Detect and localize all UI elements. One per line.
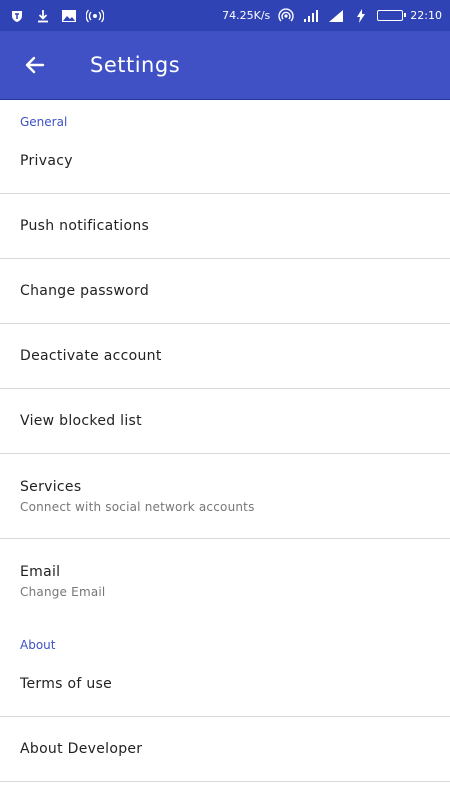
settings-item-label: Email	[20, 563, 61, 580]
signal-icon	[302, 7, 320, 25]
download-icon	[34, 7, 52, 25]
status-bar-left	[8, 7, 104, 25]
back-button[interactable]	[0, 31, 70, 100]
settings-item-push-notifications[interactable]: Push notifications	[0, 194, 450, 258]
settings-list: General Privacy Push notifications Chang…	[0, 100, 450, 782]
settings-item-label: Deactivate account	[20, 348, 162, 364]
status-bar-right: 74.25K/s 22:10	[222, 7, 442, 25]
settings-item-change-password[interactable]: Change password	[0, 259, 450, 323]
hotspot-icon	[277, 7, 295, 25]
radio-icon	[86, 7, 104, 25]
settings-item-label: View blocked list	[20, 413, 142, 429]
app-bar: Settings	[0, 31, 450, 100]
signal-icon	[327, 7, 345, 25]
settings-item-label: Change password	[20, 283, 150, 299]
charging-icon	[352, 7, 370, 25]
network-speed: 74.25K/s	[222, 9, 271, 22]
settings-item-label: About Developer	[20, 741, 143, 757]
image-icon	[60, 7, 78, 25]
section-header-about: About	[20, 638, 56, 652]
settings-item-email[interactable]: Email Change Email	[0, 539, 450, 623]
page-title: Settings	[90, 53, 181, 77]
settings-item-terms-of-use[interactable]: Terms of use	[0, 652, 450, 716]
settings-item-summary: Connect with social network accounts	[20, 499, 255, 514]
settings-item-services[interactable]: Services Connect with social network acc…	[0, 454, 450, 538]
settings-item-label: Services	[20, 478, 82, 495]
settings-item-deactivate-account[interactable]: Deactivate account	[0, 324, 450, 388]
clock: 22:10	[410, 9, 442, 22]
app-icon	[8, 7, 26, 25]
status-bar: 74.25K/s 22:10	[0, 0, 450, 31]
settings-item-label: Privacy	[20, 153, 73, 169]
settings-item-privacy[interactable]: Privacy	[0, 129, 450, 193]
settings-item-about-developer[interactable]: About Developer	[0, 717, 450, 781]
divider	[0, 781, 450, 782]
settings-item-label: Push notifications	[20, 218, 150, 234]
settings-item-view-blocked-list[interactable]: View blocked list	[0, 389, 450, 453]
settings-item-label: Terms of use	[20, 676, 113, 692]
settings-item-summary: Change Email	[20, 584, 106, 599]
battery-icon	[377, 10, 407, 21]
section-header-general: General	[20, 115, 68, 129]
arrow-left-icon	[25, 56, 45, 74]
